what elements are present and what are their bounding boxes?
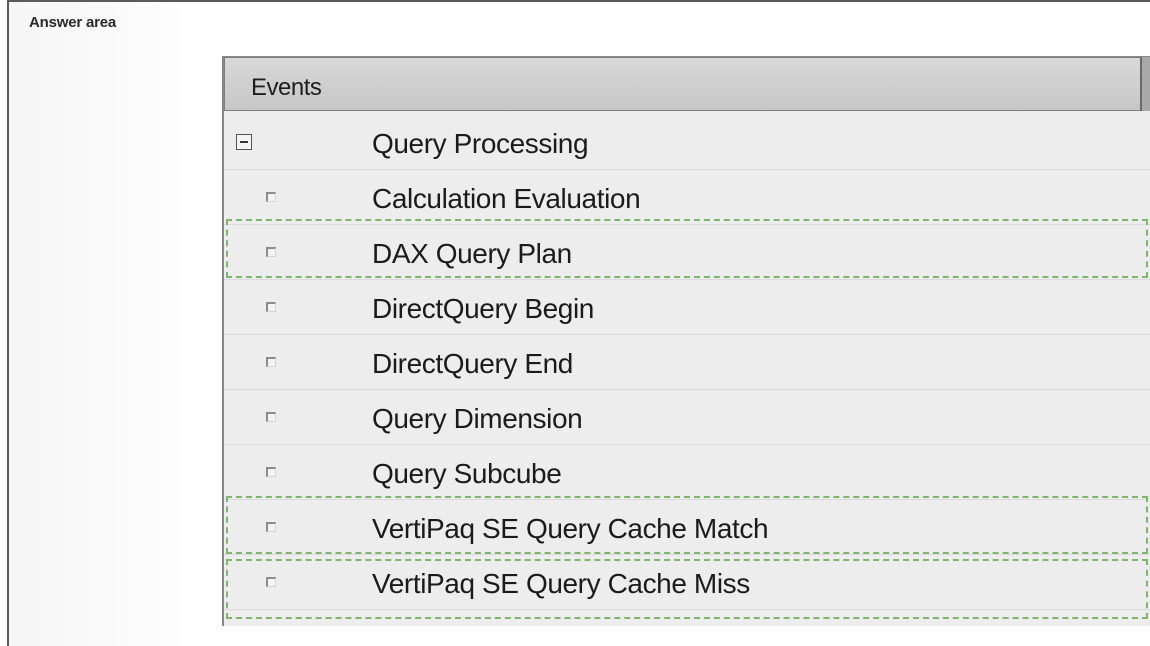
event-row-query-subcube[interactable]: Query Subcube (224, 445, 1150, 500)
row-label: Query Dimension (372, 403, 583, 434)
events-panel: Events Query Processing Calculation Eval… (222, 56, 1150, 626)
checkbox-icon[interactable] (266, 522, 276, 532)
row-label: Query Processing (372, 128, 589, 159)
row-label: VertiPaq SE Query Cache Miss (372, 568, 750, 599)
row-label: Calculation Evaluation (372, 183, 641, 214)
event-row-query-dimension[interactable]: Query Dimension (224, 390, 1150, 445)
collapse-icon[interactable] (236, 134, 252, 150)
category-row-query-processing[interactable]: Query Processing (224, 115, 1150, 170)
row-label: DirectQuery End (372, 348, 573, 379)
row-label: DirectQuery Begin (372, 293, 594, 324)
checkbox-icon[interactable] (266, 577, 276, 587)
checkbox-icon[interactable] (266, 302, 276, 312)
event-row-directquery-end[interactable]: DirectQuery End (224, 335, 1150, 390)
row-label: Query Subcube (372, 458, 562, 489)
event-row-calculation-evaluation[interactable]: Calculation Evaluation (224, 170, 1150, 225)
event-row-vertipaq-cache-match[interactable]: VertiPaq SE Query Cache Match (224, 500, 1150, 555)
header-resize-handle (1140, 57, 1150, 111)
checkbox-icon[interactable] (266, 357, 276, 367)
events-header-label: Events (251, 74, 322, 101)
row-label: DAX Query Plan (372, 238, 572, 269)
event-row-vertipaq-cache-miss[interactable]: VertiPaq SE Query Cache Miss (224, 555, 1150, 610)
checkbox-icon[interactable] (266, 467, 276, 477)
events-header: Events (224, 57, 1142, 111)
checkbox-icon[interactable] (266, 192, 276, 202)
checkbox-icon[interactable] (266, 247, 276, 257)
answer-area-label: Answer area (29, 14, 117, 31)
checkbox-icon[interactable] (266, 412, 276, 422)
row-label: VertiPaq SE Query Cache Match (372, 513, 769, 544)
event-row-dax-query-plan[interactable]: DAX Query Plan (224, 225, 1150, 280)
event-row-directquery-begin[interactable]: DirectQuery Begin (224, 280, 1150, 335)
